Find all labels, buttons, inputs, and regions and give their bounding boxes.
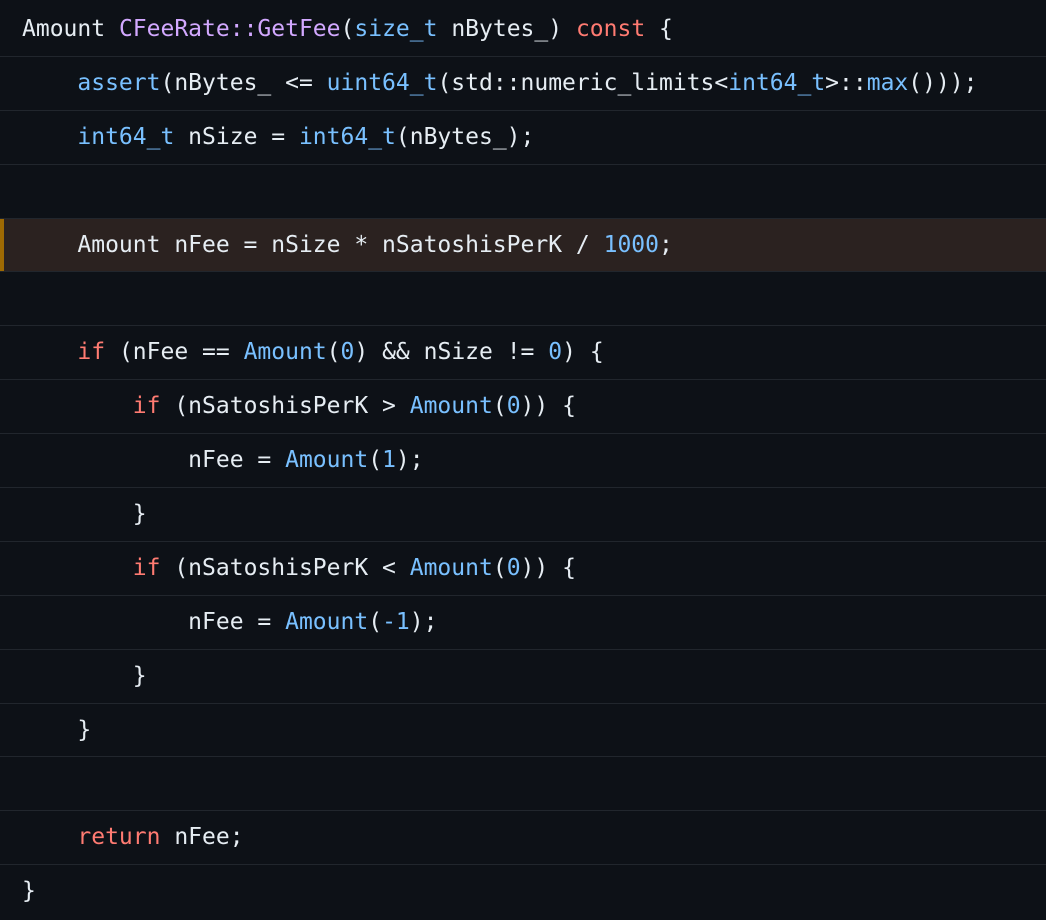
code-token-type: Amount [22, 16, 119, 42]
code-token-plain: } [132, 662, 147, 689]
code-line[interactable] [0, 165, 1046, 219]
code-line[interactable]: if (nSatoshisPerK > Amount(0)) { [0, 380, 1046, 435]
code-token-number: 0 [506, 393, 521, 420]
code-token-plain: ); [409, 608, 438, 635]
code-line[interactable]: Amount CFeeRate::GetFee(size_t nBytes_) … [0, 3, 1046, 57]
code-token-plain: ) { [562, 339, 604, 366]
code-line[interactable]: nFee = Amount(1); [0, 434, 1046, 489]
code-token-builtin: int64_t [298, 123, 396, 150]
code-view: Amount CFeeRate::GetFee(size_t nBytes_) … [0, 0, 1046, 920]
code-token-builtin: Amount [409, 554, 493, 581]
code-token-plain: (nBytes_); [395, 123, 535, 150]
code-token-builtin: Amount [285, 608, 369, 635]
code-token-builtin: size_t [354, 16, 438, 42]
code-token-builtin: Amount [285, 447, 369, 474]
code-line[interactable]: } [0, 488, 1046, 542]
code-token-keyword: if [132, 393, 161, 420]
code-token-plain: (std::numeric_limits< [437, 69, 729, 96]
code-token-plain: >:: [825, 69, 867, 96]
code-token-keyword: if [132, 554, 161, 581]
code-token-plain: nFee = [188, 608, 286, 635]
code-line[interactable] [0, 757, 1046, 812]
code-token-plain: )) { [520, 554, 576, 581]
code-token-number: 1000 [603, 231, 659, 258]
code-token-plain: (nFee == [105, 339, 244, 366]
code-token-func: CFeeRate [118, 16, 230, 42]
code-token-plain: nFee; [160, 824, 244, 851]
code-token-plain: (nSatoshisPerK < [160, 554, 410, 581]
code-token-builtin: uint64_t [326, 69, 438, 96]
code-token-plain: } [77, 716, 92, 743]
code-token-plain: ( [368, 608, 383, 635]
code-line[interactable]: if (nSatoshisPerK < Amount(0)) { [0, 542, 1046, 596]
code-token-func: GetFee [257, 16, 341, 42]
code-token-plain: nBytes_) [437, 16, 576, 42]
code-line[interactable]: } [0, 650, 1046, 704]
code-line[interactable]: } [0, 704, 1046, 758]
code-token-plain: } [132, 501, 147, 528]
code-token-plain: ); [395, 447, 424, 474]
code-line[interactable]: assert(nBytes_ <= uint64_t(std::numeric_… [0, 57, 1046, 111]
code-token-plain: ())); [908, 69, 978, 96]
code-token-plain: ( [340, 16, 355, 42]
code-line[interactable] [0, 272, 1046, 327]
code-token-plain: )) { [520, 393, 576, 420]
code-token-plain: ( [326, 339, 341, 366]
code-token-plain: (nSatoshisPerK > [160, 393, 410, 420]
code-token-plain: nFee = [188, 447, 286, 474]
code-line[interactable]: nFee = Amount(-1); [0, 596, 1046, 650]
code-token-builtin: int64_t [728, 69, 826, 96]
code-token-builtin: assert [77, 69, 161, 96]
code-line-highlighted[interactable]: Amount nFee = nSize * nSatoshisPerK / 10… [0, 218, 1046, 273]
code-token-keyword: return [77, 824, 161, 851]
code-token-plain: ( [492, 393, 507, 420]
code-token-plain: } [22, 878, 36, 905]
code-token-builtin: max [866, 69, 909, 96]
code-line[interactable]: if (nFee == Amount(0) && nSize != 0) { [0, 326, 1046, 381]
code-line[interactable]: } [0, 865, 1046, 919]
code-token-plain: nSize = [174, 123, 299, 150]
code-token-number: 0 [506, 554, 521, 581]
code-token-plain: (nBytes_ <= [160, 69, 327, 96]
code-token-number: 0 [548, 339, 563, 366]
code-token-builtin: int64_t [77, 123, 175, 150]
code-token-keyword: if [77, 339, 106, 366]
code-token-plain: ( [492, 554, 507, 581]
code-token-keyword: const [575, 16, 646, 42]
code-token-number: 1 [382, 447, 396, 474]
code-line[interactable]: int64_t nSize = int64_t(nBytes_); [0, 111, 1046, 165]
code-token-func: :: [229, 16, 258, 42]
code-token-number: -1 [382, 608, 410, 635]
code-token-plain: { [645, 16, 673, 42]
code-token-plain: Amount nFee = nSize * nSatoshisPerK / [77, 231, 604, 258]
code-token-builtin: Amount [409, 393, 493, 420]
code-token-number: 0 [340, 339, 355, 366]
code-line[interactable]: return nFee; [0, 811, 1046, 866]
code-token-plain: ; [658, 231, 673, 258]
code-token-builtin: Amount [243, 339, 327, 366]
code-token-plain: ( [368, 447, 383, 474]
code-token-plain: ) && nSize != [354, 339, 549, 366]
